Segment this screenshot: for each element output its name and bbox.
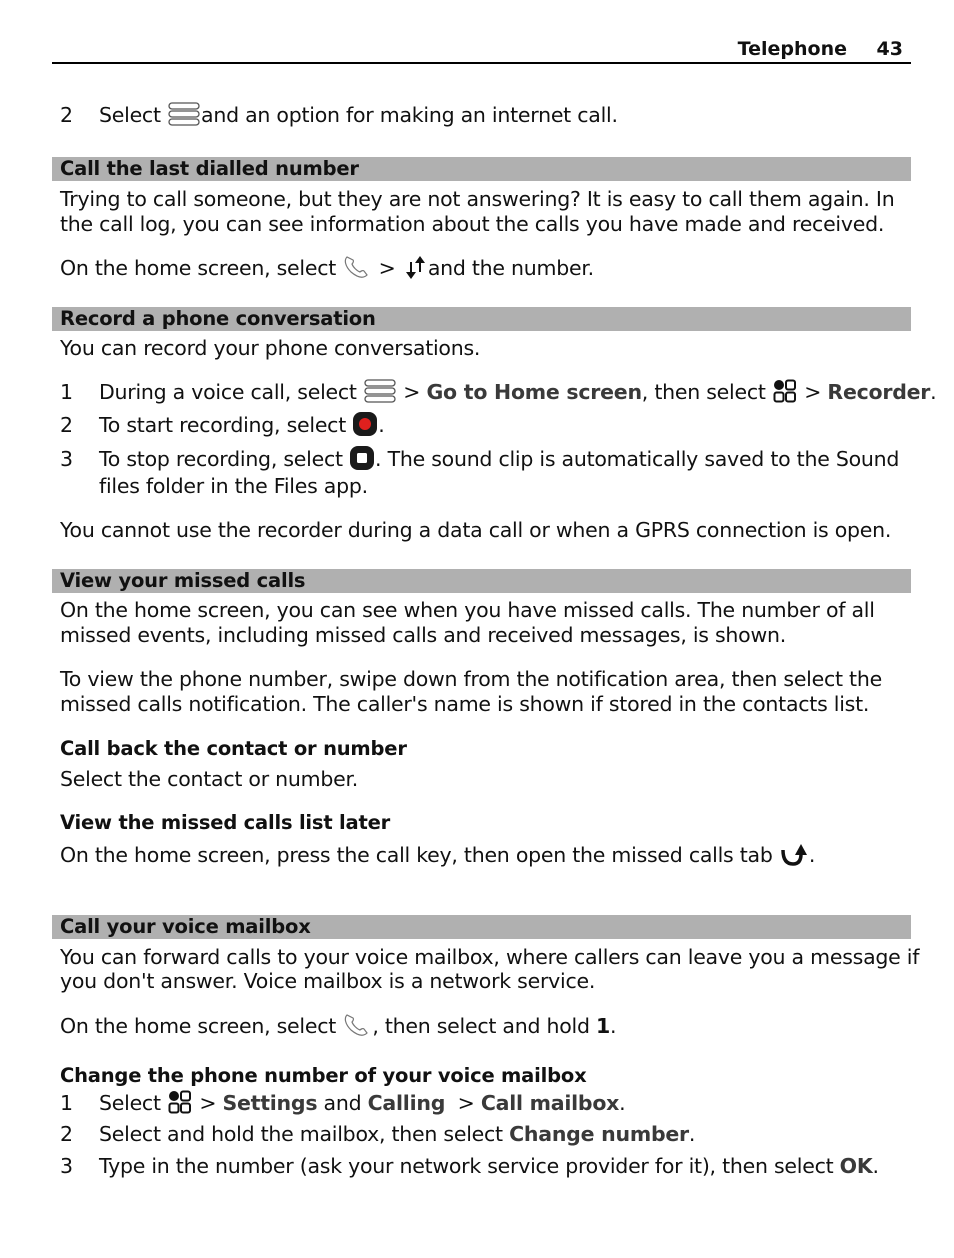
paragraph: On the home screen, you can see when you… (60, 598, 875, 622)
paragraph: You can forward calls to your voice mail… (60, 945, 920, 969)
step-number: 3 (60, 447, 74, 471)
step-number: 1 (60, 1091, 74, 1115)
paragraph: You can record your phone conversations. (60, 336, 481, 360)
subheading-call-back: Call back the contact or number (60, 737, 407, 760)
paragraph: missed calls notification. The caller's … (60, 692, 870, 716)
phone-handset-icon (342, 1012, 372, 1038)
ui-label-recorder: Recorder (827, 380, 931, 404)
record-step-3: To stop recording, select . The sound cl… (99, 445, 900, 471)
mailbox-step-1: Select > Settings and Calling > Call mai… (99, 1089, 626, 1115)
paragraph: the call log, you can see information ab… (60, 212, 885, 236)
intro-step: Select and an option for making an inter… (99, 101, 618, 127)
paragraph: missed events, including missed calls an… (60, 623, 786, 647)
key-label: 1 (596, 1014, 611, 1038)
record-step-3-continued: files folder in the Files app. (99, 474, 368, 498)
paragraph: Trying to call someone, but they are not… (60, 187, 895, 211)
step-number: 2 (60, 413, 74, 437)
applications-grid-icon (167, 1089, 193, 1115)
record-step-1: During a voice call, select > Go to Home… (99, 378, 937, 404)
record-step-2: To start recording, select . (99, 411, 385, 437)
phone-handset-icon (342, 254, 372, 280)
menu-icon (167, 101, 201, 127)
page-header: Telephone 43 (52, 36, 911, 64)
ui-label-settings: Settings (222, 1091, 318, 1115)
chapter-title: Telephone (737, 38, 847, 60)
section-heading-record: Record a phone conversation (52, 307, 911, 331)
ui-label-change-number: Change number (509, 1122, 689, 1146)
section-heading-last-dialled: Call the last dialled number (52, 157, 911, 181)
step-number: 1 (60, 380, 74, 404)
paragraph: You cannot use the recorder during a dat… (60, 518, 892, 542)
step-number: 2 (60, 1122, 74, 1146)
stop-button-icon (349, 445, 375, 471)
instruction-line: On the home screen, select > and the num… (60, 254, 594, 280)
ui-label-call-mailbox: Call mailbox (480, 1091, 620, 1115)
paragraph: Select the contact or number. (60, 767, 359, 791)
manual-page: Telephone 43 2 Select and an option for … (0, 0, 954, 1258)
mailbox-step-2: Select and hold the mailbox, then select… (99, 1122, 696, 1146)
ui-label-calling: Calling (367, 1091, 446, 1115)
subheading-change-number: Change the phone number of your voice ma… (60, 1064, 587, 1087)
paragraph: To view the phone number, swipe down fro… (60, 667, 882, 691)
menu-icon (363, 378, 397, 404)
section-heading-missed-calls: View your missed calls (52, 569, 911, 593)
paragraph: you don't answer. Voice mailbox is a net… (60, 969, 596, 993)
applications-grid-icon (772, 378, 798, 404)
instruction-line: On the home screen, press the call key, … (60, 842, 815, 870)
subheading-missed-list: View the missed calls list later (60, 811, 391, 834)
missed-calls-tab-icon (779, 840, 809, 868)
instruction-line: On the home screen, select , then select… (60, 1012, 617, 1038)
ui-label-ok: OK (839, 1154, 873, 1178)
record-button-icon (352, 411, 378, 437)
mailbox-step-3: Type in the number (ask your network ser… (99, 1154, 879, 1178)
call-log-arrows-icon (402, 254, 428, 280)
step-number: 3 (60, 1154, 74, 1178)
ui-label-go-to-home-screen: Go to Home screen (426, 380, 642, 404)
section-heading-voice-mailbox: Call your voice mailbox (52, 915, 911, 939)
step-number: 2 (60, 103, 74, 127)
page-number: 43 (876, 38, 903, 60)
